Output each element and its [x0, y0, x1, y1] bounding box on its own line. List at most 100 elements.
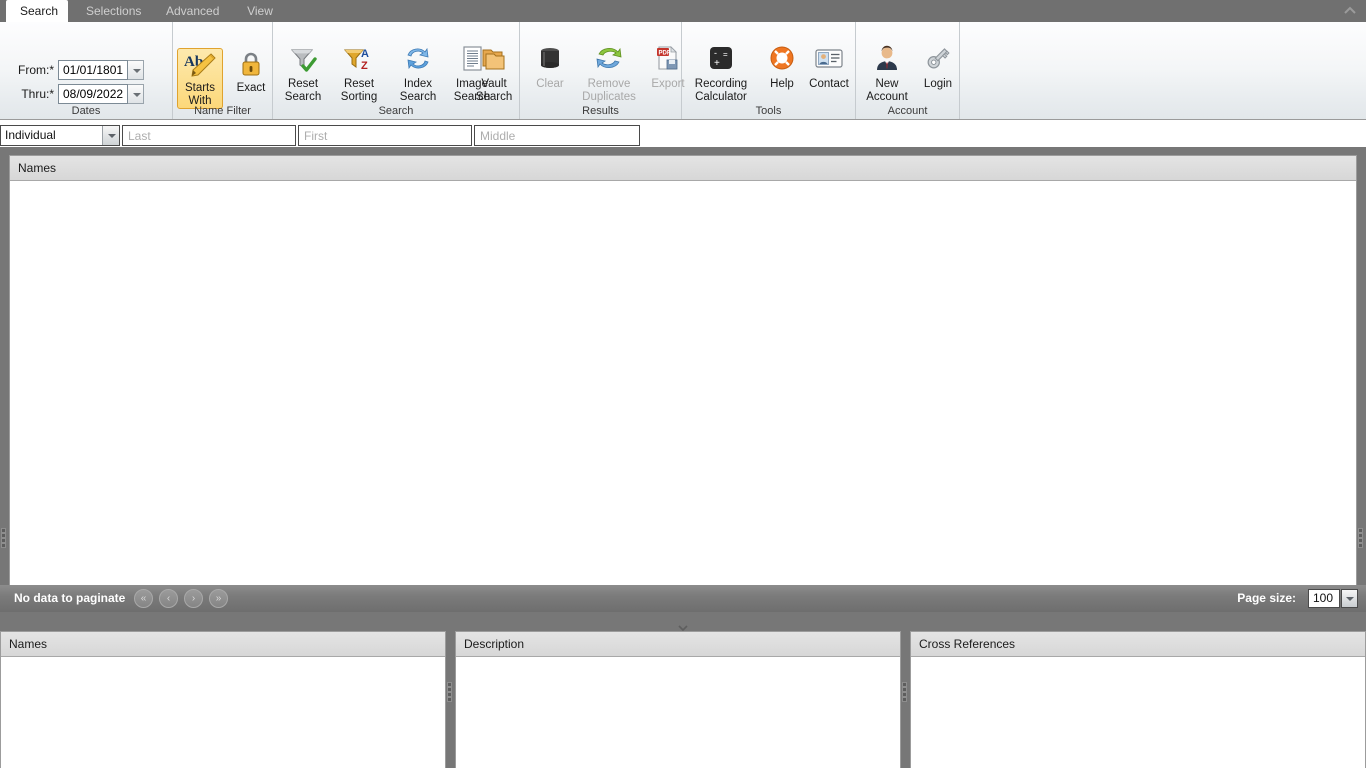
ribbon-group-label-tools: Tools	[755, 105, 782, 117]
svg-text:=: =	[723, 50, 728, 59]
svg-text:-: -	[714, 48, 717, 58]
panel-description: Description	[455, 631, 901, 768]
panel-names-header[interactable]: Names	[1, 632, 445, 657]
remove-duplicates-button[interactable]: Remove Duplicates	[576, 42, 642, 105]
exact-label: Exact	[236, 82, 266, 94]
index-search-button[interactable]: Index Search	[392, 42, 444, 105]
middle-name-input[interactable]	[474, 125, 640, 146]
horizontal-splitter[interactable]	[0, 612, 1366, 632]
first-name-input[interactable]	[298, 125, 472, 146]
key-icon	[920, 45, 956, 76]
person-suit-icon	[864, 45, 910, 76]
panel-names: Names	[0, 631, 446, 768]
vault-search-label-line2: Search	[475, 91, 513, 103]
entity-type-select[interactable]: Individual	[0, 125, 120, 146]
reset-search-label-line1: Reset	[287, 78, 319, 90]
new-account-label-line2: Account	[866, 91, 908, 103]
reset-sorting-label-line2: Sorting	[340, 91, 378, 103]
date-thru-spinner-icon[interactable]	[128, 84, 144, 104]
svg-text:Z: Z	[361, 60, 368, 72]
results-grid-header[interactable]: Names	[10, 156, 1356, 181]
recording-calculator-button[interactable]: - = + Recording Calculator	[686, 42, 756, 105]
ab-pencil-icon: Ab	[181, 51, 219, 80]
date-from-spinner-icon[interactable]	[128, 60, 144, 80]
pager-prev-icon[interactable]: ‹	[159, 589, 178, 608]
clear-label: Clear	[536, 78, 564, 90]
svg-text:PDF: PDF	[659, 50, 671, 56]
vault-search-button[interactable]: Vault Search	[468, 42, 520, 105]
date-from-label: From:*	[18, 63, 54, 77]
chevron-down-small-icon[interactable]	[678, 620, 688, 632]
vertical-splitter-1[interactable]	[446, 631, 455, 768]
date-thru-label: Thru:*	[21, 87, 54, 101]
left-splitter-grip[interactable]	[2, 527, 7, 551]
page-size-label: Page size:	[1237, 591, 1296, 605]
ribbon-group-label-search: Search	[378, 105, 414, 117]
contact-label: Contact	[809, 78, 849, 90]
pager-first-icon[interactable]: «	[134, 589, 153, 608]
pager-status: No data to paginate	[14, 591, 126, 605]
last-name-input[interactable]	[122, 125, 296, 146]
panel-cross-references-title: Cross References	[919, 637, 1016, 651]
ribbon-group-label-account: Account	[887, 105, 928, 117]
funnel-check-icon	[281, 45, 325, 76]
reset-search-button[interactable]: Reset Search	[277, 42, 329, 105]
results-grid-column-names[interactable]: Names	[18, 161, 56, 175]
recording-calculator-label-line1: Recording	[694, 78, 748, 90]
reset-sorting-label-line1: Reset	[343, 78, 375, 90]
tab-advanced[interactable]: Advanced	[152, 0, 230, 22]
ribbon-group-label-dates: Dates	[71, 105, 101, 117]
name-search-bar: Individual	[0, 125, 1366, 147]
login-label: Login	[923, 78, 953, 90]
ribbon-group-tools: - = + Recording Calculator Help Contact …	[682, 22, 856, 119]
new-account-button[interactable]: New Account	[860, 42, 914, 105]
right-splitter-grip[interactable]	[1359, 527, 1364, 551]
panel-description-title: Description	[464, 637, 525, 651]
date-thru-row: Thru:* 08/09/2022	[10, 84, 144, 104]
panel-cross-references-header[interactable]: Cross References	[911, 632, 1365, 657]
funnel-az-icon: A Z	[335, 45, 383, 76]
date-thru-input[interactable]: 08/09/2022	[58, 84, 128, 104]
vertical-splitter-2[interactable]	[901, 631, 910, 768]
chevron-down-icon[interactable]	[102, 126, 119, 145]
results-area: Names	[0, 147, 1366, 612]
remove-duplicates-label-line1: Remove	[587, 78, 631, 90]
date-from-input[interactable]: 01/01/1801	[58, 60, 128, 80]
life-ring-icon	[766, 45, 798, 76]
new-account-label-line1: New	[875, 78, 899, 90]
clear-button[interactable]: Clear	[526, 42, 574, 92]
padlock-icon	[233, 51, 269, 80]
help-button[interactable]: Help	[762, 42, 802, 92]
recycle-arrows-icon	[580, 45, 638, 76]
pager-bar: No data to paginate « ‹ › » Page size: 1…	[0, 585, 1366, 612]
tab-view[interactable]: View	[232, 0, 288, 22]
trash-can-icon	[530, 45, 570, 76]
refresh-arrows-icon	[396, 45, 440, 76]
results-grid: Names	[9, 155, 1357, 604]
starts-with-label-line1: Starts	[184, 82, 216, 94]
chevron-up-icon[interactable]	[1342, 4, 1358, 18]
starts-with-button[interactable]: Ab Starts With	[177, 48, 223, 109]
entity-type-value: Individual	[5, 128, 56, 142]
pager-last-icon[interactable]: »	[209, 589, 228, 608]
index-search-label-line2: Search	[399, 91, 437, 103]
login-button[interactable]: Login	[916, 42, 960, 92]
index-search-label-line1: Index	[403, 78, 433, 90]
svg-text:A: A	[361, 48, 369, 60]
ribbon-group-label-results: Results	[582, 105, 619, 117]
calculator-icon: - = +	[690, 45, 752, 76]
panel-description-header[interactable]: Description	[456, 632, 900, 657]
remove-duplicates-label-line2: Duplicates	[582, 91, 636, 103]
exact-button[interactable]: Exact	[229, 48, 273, 96]
pager-next-icon[interactable]: ›	[184, 589, 203, 608]
page-size-input[interactable]: 100	[1308, 589, 1340, 608]
tab-search[interactable]: Search	[6, 0, 68, 22]
reset-sorting-button[interactable]: A Z Reset Sorting	[331, 42, 387, 105]
chevron-down-icon[interactable]	[1341, 589, 1358, 608]
splitter-grip	[903, 683, 906, 703]
ribbon-group-search: Reset Search A Z Reset Sorting Index Sea…	[273, 22, 520, 119]
panel-names-title: Names	[9, 637, 48, 651]
contact-button[interactable]: Contact	[802, 42, 856, 92]
recording-calculator-label-line2: Calculator	[695, 91, 747, 103]
tab-selections[interactable]: Selections	[72, 0, 150, 22]
